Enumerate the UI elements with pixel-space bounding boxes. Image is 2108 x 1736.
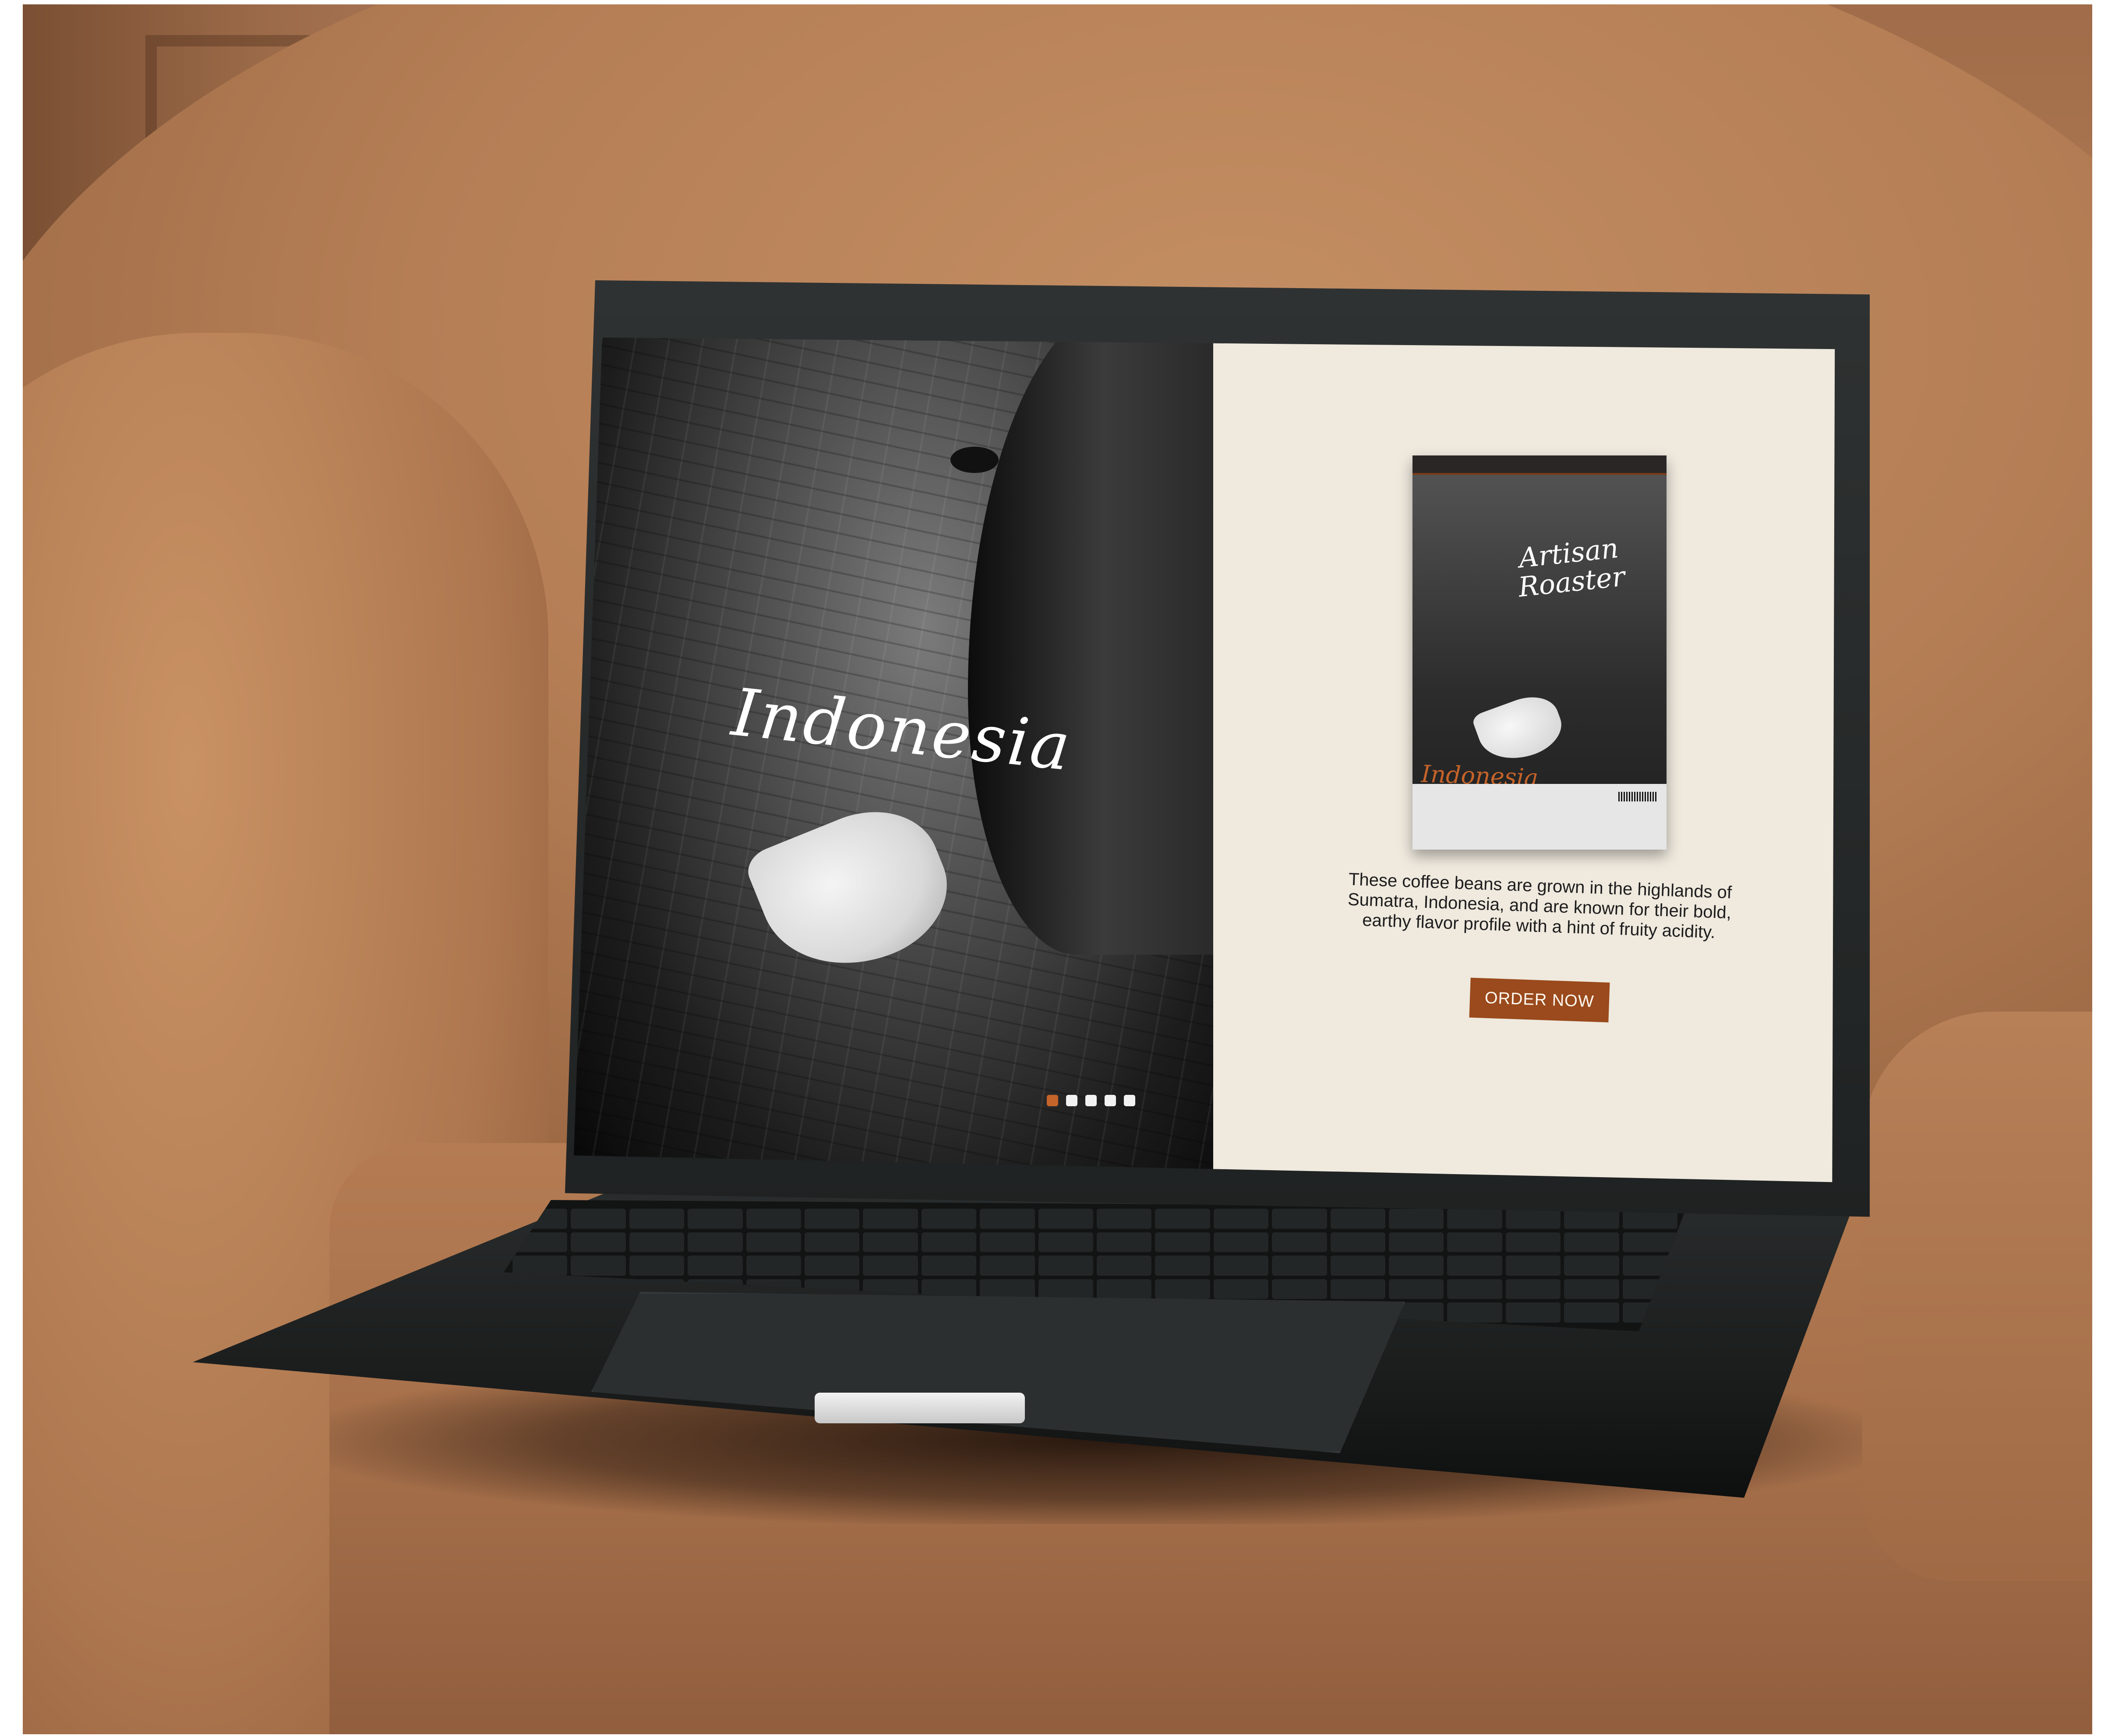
keyboard-key bbox=[1505, 1302, 1561, 1323]
bag-clip bbox=[1412, 455, 1667, 475]
keyboard-key bbox=[1272, 1209, 1327, 1229]
keyboard-key bbox=[805, 1232, 860, 1253]
keyboard-key bbox=[571, 1256, 626, 1276]
keyboard-key bbox=[805, 1209, 860, 1229]
keyboard-key bbox=[688, 1256, 743, 1276]
order-now-button[interactable]: ORDER NOW bbox=[1469, 977, 1610, 1023]
keyboard-key bbox=[1038, 1232, 1093, 1253]
keyboard-key bbox=[863, 1256, 918, 1276]
keyboard-key bbox=[1155, 1209, 1210, 1229]
slider-dot[interactable] bbox=[1124, 1095, 1135, 1106]
keyboard-key bbox=[1330, 1209, 1385, 1229]
product-panel: Artisan Roaster Indonesia These coffee b… bbox=[1213, 337, 1835, 1182]
keyboard-key bbox=[1564, 1232, 1619, 1253]
keyboard-key bbox=[1622, 1232, 1677, 1253]
sofa-cushion bbox=[1862, 1012, 2092, 1581]
keyboard-key bbox=[1213, 1232, 1269, 1253]
keyboard-key bbox=[1213, 1279, 1269, 1299]
keyboard-key bbox=[688, 1209, 743, 1229]
bag-brand: Artisan Roaster bbox=[1493, 531, 1647, 604]
keyboard-key bbox=[688, 1232, 743, 1253]
bag-label bbox=[1412, 784, 1667, 850]
keyboard-key bbox=[571, 1209, 626, 1229]
keyboard-key bbox=[980, 1279, 1035, 1299]
keyboard-key bbox=[746, 1209, 801, 1229]
keyboard-key bbox=[980, 1256, 1035, 1276]
keyboard-key bbox=[1389, 1256, 1444, 1276]
keyboard-key bbox=[1330, 1256, 1385, 1276]
website-screen: Indonesia Artisan Roaster Indonesia Thes… bbox=[574, 337, 1835, 1182]
keyboard-key bbox=[1272, 1279, 1327, 1299]
keyboard-key bbox=[1213, 1209, 1269, 1229]
keyboard-key bbox=[1155, 1256, 1210, 1276]
keyboard-key bbox=[1330, 1279, 1385, 1299]
keyboard-key bbox=[1155, 1232, 1210, 1253]
keyboard-key bbox=[1505, 1279, 1561, 1299]
keyboard-key bbox=[1272, 1256, 1327, 1276]
laptop-notch bbox=[815, 1393, 1025, 1423]
keyboard-key bbox=[1447, 1232, 1502, 1253]
keyboard-key bbox=[1038, 1279, 1093, 1299]
keyboard-key bbox=[1097, 1232, 1152, 1253]
keyboard-key bbox=[1505, 1256, 1561, 1276]
coffee-bag-image: Artisan Roaster Indonesia bbox=[1412, 455, 1667, 850]
keyboard-key bbox=[746, 1232, 801, 1253]
slider-dots bbox=[1047, 1095, 1135, 1106]
keyboard-key bbox=[512, 1256, 568, 1276]
keyboard-key bbox=[921, 1256, 977, 1276]
keyboard-key bbox=[1389, 1279, 1444, 1299]
keyboard-key bbox=[1097, 1256, 1152, 1276]
keyboard-key bbox=[1447, 1209, 1502, 1229]
slider-dot[interactable] bbox=[1105, 1095, 1116, 1106]
keyboard-key bbox=[1272, 1232, 1327, 1253]
elephant-eye bbox=[950, 447, 999, 473]
keyboard-key bbox=[1447, 1302, 1502, 1323]
keyboard-key bbox=[980, 1209, 1035, 1229]
keyboard-key bbox=[1330, 1232, 1385, 1253]
keyboard-key bbox=[1155, 1279, 1210, 1299]
keyboard-key bbox=[1505, 1209, 1561, 1229]
keyboard-key bbox=[921, 1232, 977, 1253]
keyboard-key bbox=[863, 1232, 918, 1253]
keyboard-key bbox=[1097, 1209, 1152, 1229]
keyboard-key bbox=[1505, 1232, 1561, 1253]
slider-dot[interactable] bbox=[1085, 1095, 1097, 1106]
keyboard-key bbox=[1097, 1279, 1152, 1299]
keyboard-key bbox=[805, 1256, 860, 1276]
keyboard-key bbox=[1564, 1279, 1619, 1299]
bag-tusk bbox=[1471, 688, 1569, 770]
slider-dot[interactable] bbox=[1047, 1095, 1058, 1106]
keyboard-key bbox=[1038, 1256, 1093, 1276]
hero-slide: Indonesia bbox=[574, 337, 1214, 1182]
keyboard-key bbox=[1564, 1302, 1619, 1323]
keyboard-key bbox=[629, 1232, 685, 1253]
keyboard-key bbox=[863, 1209, 918, 1229]
keyboard-key bbox=[1447, 1279, 1502, 1299]
slider-dot[interactable] bbox=[1066, 1095, 1077, 1106]
keyboard-key bbox=[1389, 1209, 1444, 1229]
keyboard-key bbox=[980, 1232, 1035, 1253]
barcode bbox=[1618, 792, 1658, 801]
keyboard-key bbox=[746, 1256, 801, 1276]
keyboard-key bbox=[1389, 1232, 1444, 1253]
keyboard-key bbox=[921, 1209, 977, 1229]
keyboard-key bbox=[629, 1256, 685, 1276]
keyboard-key bbox=[571, 1232, 626, 1253]
product-description: These coffee beans are grown in the high… bbox=[1347, 869, 1732, 942]
keyboard-key bbox=[1213, 1256, 1269, 1276]
keyboard-key bbox=[1038, 1209, 1093, 1229]
keyboard-key bbox=[1447, 1256, 1502, 1276]
keyboard-key bbox=[1564, 1256, 1619, 1276]
keyboard-key bbox=[629, 1209, 685, 1229]
